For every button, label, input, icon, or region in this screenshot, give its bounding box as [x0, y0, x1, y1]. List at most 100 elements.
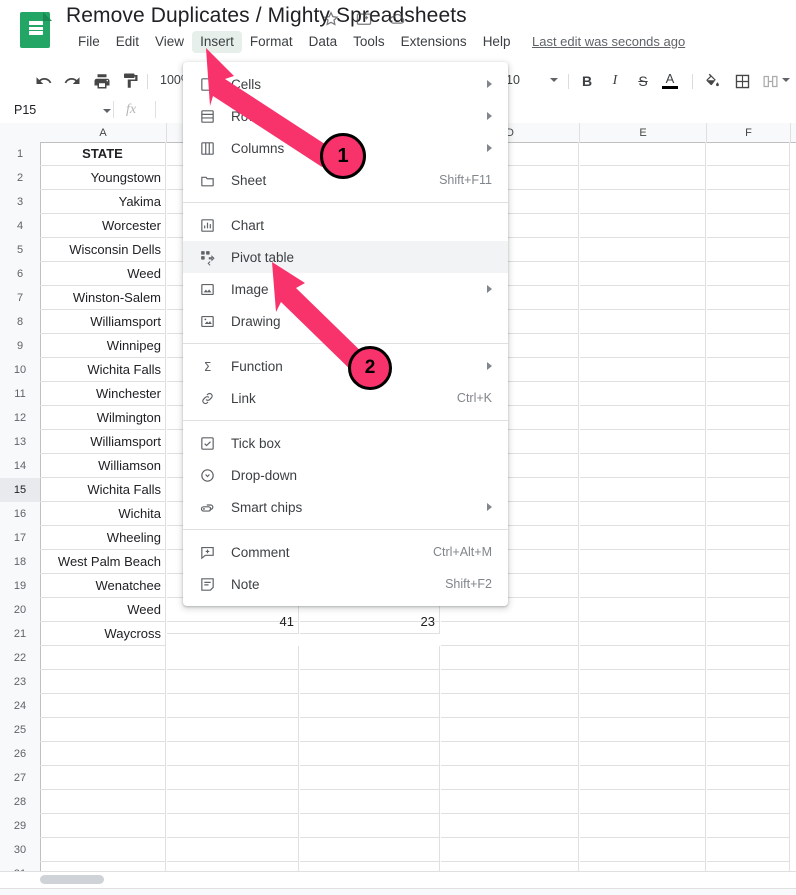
cell-f8[interactable] [707, 310, 790, 334]
cell-a15[interactable]: Wichita Falls [40, 478, 166, 502]
cell-b23[interactable] [167, 670, 299, 694]
undo-button[interactable] [32, 69, 56, 93]
cell-e31[interactable] [580, 862, 706, 871]
cell-f27[interactable] [707, 766, 790, 790]
cell-e20[interactable] [580, 598, 706, 622]
insert-drawing[interactable]: Drawing [183, 305, 508, 337]
cell-f28[interactable] [707, 790, 790, 814]
row-header-11[interactable]: 11 [0, 382, 41, 407]
menu-file[interactable]: File [70, 31, 108, 53]
page-title[interactable]: Remove Duplicates / Mighty Spreadsheets [66, 4, 467, 28]
cell-f17[interactable] [707, 526, 790, 550]
insert-image[interactable]: Image [183, 273, 508, 305]
insert-function[interactable]: Σ Function [183, 350, 508, 382]
insert-note[interactable]: Note Shift+F2 [183, 568, 508, 600]
row-header-17[interactable]: 17 [0, 526, 41, 551]
cell-a26[interactable] [40, 742, 166, 766]
row-header-7[interactable]: 7 [0, 286, 41, 311]
row-header-3[interactable]: 3 [0, 190, 41, 215]
row-header-26[interactable]: 26 [0, 742, 41, 767]
cell-e24[interactable] [580, 694, 706, 718]
row-header-10[interactable]: 10 [0, 358, 41, 383]
cell-e22[interactable] [580, 646, 706, 670]
insert-rows[interactable]: Rows [183, 100, 508, 132]
cell-a16[interactable]: Wichita [40, 502, 166, 526]
insert-drop-down[interactable]: Drop-down [183, 459, 508, 491]
cell-e29[interactable] [580, 814, 706, 838]
menu-data[interactable]: Data [301, 31, 346, 53]
cell-a12[interactable]: Wilmington [40, 406, 166, 430]
cell-e17[interactable] [580, 526, 706, 550]
insert-comment[interactable]: Comment Ctrl+Alt+M [183, 536, 508, 568]
insert-tick-box[interactable]: Tick box [183, 427, 508, 459]
cell-a8[interactable]: Williamsport [40, 310, 166, 334]
cell-a23[interactable] [40, 670, 166, 694]
strikethrough-button[interactable]: S [632, 70, 654, 92]
row-header-21[interactable]: 21 [0, 622, 41, 647]
cell-f24[interactable] [707, 694, 790, 718]
cell-e21[interactable] [580, 622, 706, 646]
cell-e12[interactable] [580, 406, 706, 430]
print-button[interactable] [90, 69, 114, 93]
fill-color-button[interactable] [700, 69, 724, 93]
cell-e8[interactable] [580, 310, 706, 334]
cell-a21[interactable]: Waycross [40, 622, 166, 646]
redo-button[interactable] [60, 69, 84, 93]
cell-c24[interactable] [300, 694, 440, 718]
cell-a5[interactable]: Wisconsin Dells [40, 238, 166, 262]
menu-format[interactable]: Format [242, 31, 301, 53]
cell-e16[interactable] [580, 502, 706, 526]
insert-pivot-table[interactable]: Pivot table [183, 241, 508, 273]
menu-edit[interactable]: Edit [108, 31, 147, 53]
cell-e30[interactable] [580, 838, 706, 862]
cell-e23[interactable] [580, 670, 706, 694]
row-header-8[interactable]: 8 [0, 310, 41, 335]
cell-e3[interactable] [580, 190, 706, 214]
cell-a25[interactable] [40, 718, 166, 742]
row-header-29[interactable]: 29 [0, 814, 41, 839]
insert-link[interactable]: Link Ctrl+K [183, 382, 508, 414]
name-box-caret[interactable] [103, 109, 111, 113]
paint-format-button[interactable] [118, 69, 142, 93]
row-header-5[interactable]: 5 [0, 238, 41, 263]
cell-b30[interactable] [167, 838, 299, 862]
cell-c31[interactable] [300, 862, 440, 871]
cell-e26[interactable] [580, 742, 706, 766]
cell-e25[interactable] [580, 718, 706, 742]
cell-d29[interactable] [441, 814, 579, 838]
row-header-30[interactable]: 30 [0, 838, 41, 863]
cell-f19[interactable] [707, 574, 790, 598]
cell-a31[interactable] [40, 862, 166, 871]
cell-b26[interactable] [167, 742, 299, 766]
row-header-18[interactable]: 18 [0, 550, 41, 575]
cell-e7[interactable] [580, 286, 706, 310]
column-header-f[interactable]: F [707, 123, 791, 143]
cell-e27[interactable] [580, 766, 706, 790]
cell-a17[interactable]: Wheeling [40, 526, 166, 550]
insert-chart[interactable]: Chart [183, 209, 508, 241]
cloud-saved-icon[interactable] [388, 10, 406, 28]
cell-e19[interactable] [580, 574, 706, 598]
cell-f6[interactable] [707, 262, 790, 286]
cell-a18[interactable]: West Palm Beach [40, 550, 166, 574]
cell-f21[interactable] [707, 622, 790, 646]
row-header-16[interactable]: 16 [0, 502, 41, 527]
menu-extensions[interactable]: Extensions [393, 31, 475, 53]
horizontal-scrollbar-track[interactable] [40, 874, 790, 884]
row-header-23[interactable]: 23 [0, 670, 41, 695]
menu-insert[interactable]: Insert [192, 31, 242, 53]
cell-f15[interactable] [707, 478, 790, 502]
cell-f14[interactable] [707, 454, 790, 478]
bold-button[interactable]: B [576, 70, 598, 92]
cell-c25[interactable] [300, 718, 440, 742]
cell-c28[interactable] [300, 790, 440, 814]
cell-d24[interactable] [441, 694, 579, 718]
row-header-12[interactable]: 12 [0, 406, 41, 431]
cell-a4[interactable]: Worcester [40, 214, 166, 238]
row-header-9[interactable]: 9 [0, 334, 41, 359]
cell-b24[interactable] [167, 694, 299, 718]
row-header-24[interactable]: 24 [0, 694, 41, 719]
row-header-13[interactable]: 13 [0, 430, 41, 455]
cell-f13[interactable] [707, 430, 790, 454]
menu-tools[interactable]: Tools [345, 31, 393, 53]
